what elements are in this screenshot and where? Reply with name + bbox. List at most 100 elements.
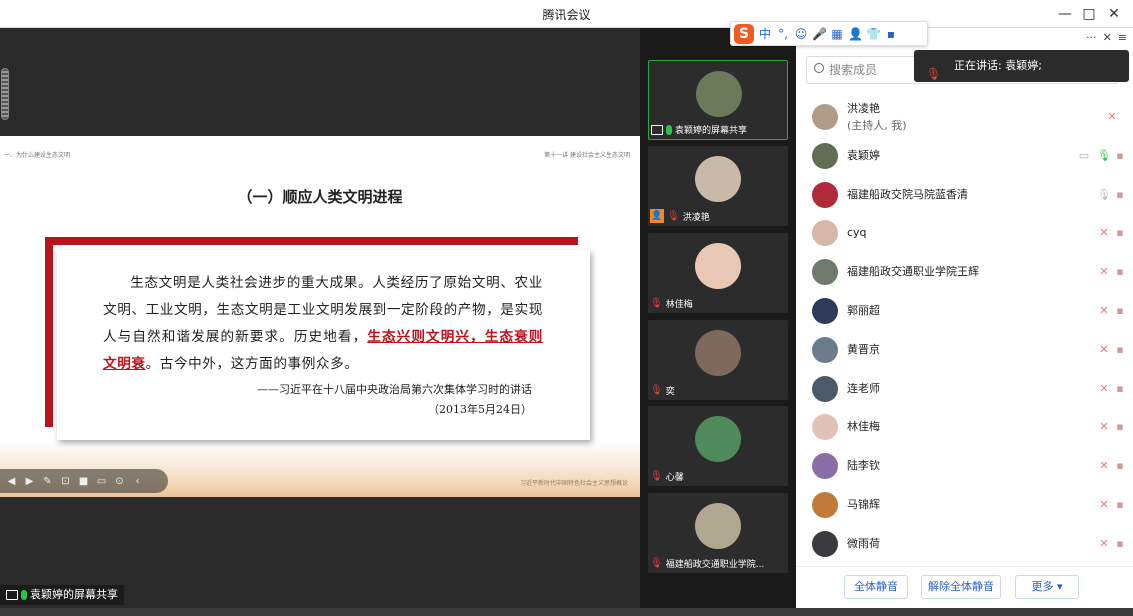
member-row[interactable]: 陆李钦 ✕ ▪ bbox=[796, 447, 1133, 486]
member-row[interactable]: 袁颖婷 🎙 ▪ ▭ bbox=[796, 137, 1133, 176]
previous-icon[interactable]: ◀ bbox=[4, 474, 19, 489]
quote-source-line-2: （2013年5月24日） bbox=[428, 403, 532, 416]
mic-off-icon[interactable]: ✕ bbox=[1097, 498, 1111, 511]
mic-on-icon[interactable]: 🎙 bbox=[1097, 149, 1111, 162]
sogou-logo-icon[interactable]: S bbox=[734, 23, 754, 44]
mic-off-icon[interactable]: ✕ bbox=[1097, 265, 1111, 278]
ime-punctuation-button[interactable]: °, bbox=[776, 27, 790, 41]
camera-off-icon[interactable]: ▪ bbox=[1113, 226, 1127, 239]
collapse-icon[interactable]: ‹ bbox=[130, 474, 145, 489]
avatar bbox=[695, 330, 741, 376]
avatar bbox=[812, 375, 838, 402]
tile-label: 🎙 心馨 bbox=[650, 470, 784, 483]
next-icon[interactable]: ▶ bbox=[22, 474, 37, 489]
more-options-icon[interactable]: ··· bbox=[1086, 31, 1097, 44]
member-row[interactable]: 黄晋京 ✕ ▪ bbox=[796, 331, 1133, 370]
member-row[interactable]: 马锦辉 ✕ ▪ bbox=[796, 486, 1133, 525]
pen-icon[interactable]: ✎ bbox=[40, 474, 55, 489]
ime-skin-icon[interactable]: 👕 bbox=[866, 27, 881, 41]
avatar bbox=[812, 414, 838, 441]
member-name: 陆李钦 bbox=[847, 459, 880, 473]
mic-idle-icon[interactable]: 🎙 bbox=[1097, 188, 1111, 201]
video-icon[interactable]: ■ bbox=[76, 474, 91, 489]
tile-name: 奕 bbox=[665, 387, 675, 397]
ime-chinese-button[interactable]: 中 bbox=[758, 25, 772, 42]
camera-off-icon[interactable]: ▪ bbox=[1113, 149, 1127, 162]
avatar bbox=[812, 491, 838, 518]
minimize-button[interactable]: — bbox=[1054, 3, 1076, 25]
close-button[interactable]: ✕ bbox=[1103, 3, 1125, 25]
member-name: 福建船政交通职业学院王辉 bbox=[847, 265, 979, 279]
ime-tools-icon[interactable]: ▪ bbox=[884, 27, 898, 41]
tile-name: 福建船政交通职业学院... bbox=[665, 560, 765, 570]
mic-off-icon[interactable]: ✕ bbox=[1097, 226, 1111, 239]
member-row[interactable]: 林佳梅 ✕ ▪ bbox=[796, 408, 1133, 447]
ime-keyboard-icon[interactable]: ▦ bbox=[830, 27, 844, 41]
ime-voice-icon[interactable]: 🎤 bbox=[812, 27, 827, 41]
slide-lecture-label: 第十一讲 建设社会主义生态文明 bbox=[544, 152, 630, 159]
ime-emoji-icon[interactable]: ☺ bbox=[794, 27, 808, 41]
video-tile[interactable]: 袁颖婷的屏幕共享 bbox=[648, 60, 788, 140]
video-tile[interactable]: 🎙 林佳梅 bbox=[648, 233, 788, 313]
avatar bbox=[812, 453, 838, 480]
video-tile[interactable]: 👤 🎙 洪凌艳 bbox=[648, 146, 788, 226]
member-name: 袁颖婷 bbox=[847, 148, 880, 162]
more-icon[interactable]: ⊙ bbox=[112, 474, 127, 489]
member-row[interactable]: 连老师 ✕ ▪ bbox=[796, 370, 1133, 409]
subtitle-icon[interactable]: ▭ bbox=[94, 474, 109, 489]
avatar bbox=[812, 104, 838, 130]
camera-off-icon[interactable]: ▪ bbox=[1113, 537, 1127, 550]
maximize-button[interactable]: □ bbox=[1078, 3, 1100, 25]
camera-off-icon[interactable]: ▪ bbox=[1113, 343, 1127, 356]
camera-off-icon[interactable]: ▪ bbox=[1113, 459, 1127, 472]
camera-off-icon[interactable]: ▪ bbox=[1113, 420, 1127, 433]
mic-off-icon[interactable]: ✕ bbox=[1097, 382, 1111, 395]
camera-off-icon[interactable]: ▪ bbox=[1113, 188, 1127, 201]
camera-off-icon[interactable]: ▪ bbox=[1113, 304, 1127, 317]
camera-off-icon[interactable]: ▪ bbox=[1113, 382, 1127, 395]
more-button[interactable]: 更多 ▾ bbox=[1015, 575, 1079, 599]
member-row[interactable]: 郭丽超 ✕ ▪ bbox=[796, 292, 1133, 331]
unmute-all-button[interactable]: 解除全体静音 bbox=[921, 575, 1001, 599]
mute-all-button[interactable]: 全体静音 bbox=[844, 575, 908, 599]
video-tile[interactable]: 🎙 福建船政交通职业学院... bbox=[648, 493, 788, 573]
screen-share-icon bbox=[651, 124, 663, 135]
shared-screen-area: 一、为什么建设生态文明 第十一讲 建设社会主义生态文明 （一）顺应人类文明进程 … bbox=[0, 28, 640, 608]
zoom-icon[interactable]: ⊡ bbox=[58, 474, 73, 489]
mic-off-icon[interactable]: ✕ bbox=[1097, 537, 1111, 550]
member-row[interactable]: 洪凌艳 (主持人, 我) ✕ bbox=[796, 98, 1133, 137]
window-title: 腾讯会议 bbox=[542, 8, 591, 22]
tencent-meeting-window: 腾讯会议 — □ ✕ 一、为什么建设生态文明 第十一讲 建设社会主义生态文明 （… bbox=[0, 0, 1133, 616]
ime-toolbar: S 中 °, ☺ 🎤 ▦ 👤 👕 ▪ bbox=[730, 21, 928, 46]
member-row[interactable]: cyq ✕ ▪ bbox=[796, 214, 1133, 253]
video-tile[interactable]: 🎙 奕 bbox=[648, 320, 788, 400]
tile-name: 袁颖婷的屏幕共享 bbox=[675, 126, 748, 136]
camera-off-icon[interactable]: ▪ bbox=[1113, 265, 1127, 278]
mic-off-icon: 🎙 bbox=[667, 210, 680, 222]
host-icon: 👤 bbox=[650, 209, 664, 223]
member-row[interactable]: 微雨荷 ✕ ▪ bbox=[796, 525, 1133, 564]
drag-handle[interactable] bbox=[1, 68, 9, 120]
mic-off-icon: 🎙 bbox=[650, 471, 663, 482]
mic-off-icon[interactable]: ✕ bbox=[1097, 459, 1111, 472]
speaking-text: 正在讲话: 袁颖婷; bbox=[954, 59, 1042, 72]
member-name: 林佳梅 bbox=[847, 420, 880, 434]
camera-off-icon[interactable]: ▪ bbox=[1113, 498, 1127, 511]
panel-top-buttons: ··· ✕ ≡ bbox=[1086, 31, 1127, 44]
mic-off-icon[interactable]: ✕ bbox=[1097, 420, 1111, 433]
mic-off-icon[interactable]: ✕ bbox=[1097, 343, 1111, 356]
ime-user-icon[interactable]: 👤 bbox=[848, 27, 863, 41]
mic-off-icon[interactable]: ✕ bbox=[1105, 110, 1119, 123]
avatar bbox=[812, 142, 838, 169]
panel-close-icon[interactable]: ✕ bbox=[1103, 31, 1112, 44]
member-name: 马锦辉 bbox=[847, 497, 880, 511]
search-icon bbox=[814, 63, 824, 73]
menu-icon[interactable]: ≡ bbox=[1118, 31, 1127, 44]
member-name: 郭丽超 bbox=[847, 303, 880, 317]
member-row[interactable]: 福建船政交通职业学院王辉 ✕ ▪ bbox=[796, 253, 1133, 292]
tile-label: 🎙 福建船政交通职业学院... bbox=[650, 557, 784, 570]
video-tile[interactable]: 🎙 心馨 bbox=[648, 406, 788, 486]
member-row[interactable]: 福建船政交院马院蓝香清 🎙 ▪ bbox=[796, 176, 1133, 215]
mic-off-icon[interactable]: ✕ bbox=[1097, 304, 1111, 317]
taskbar bbox=[0, 608, 1133, 616]
